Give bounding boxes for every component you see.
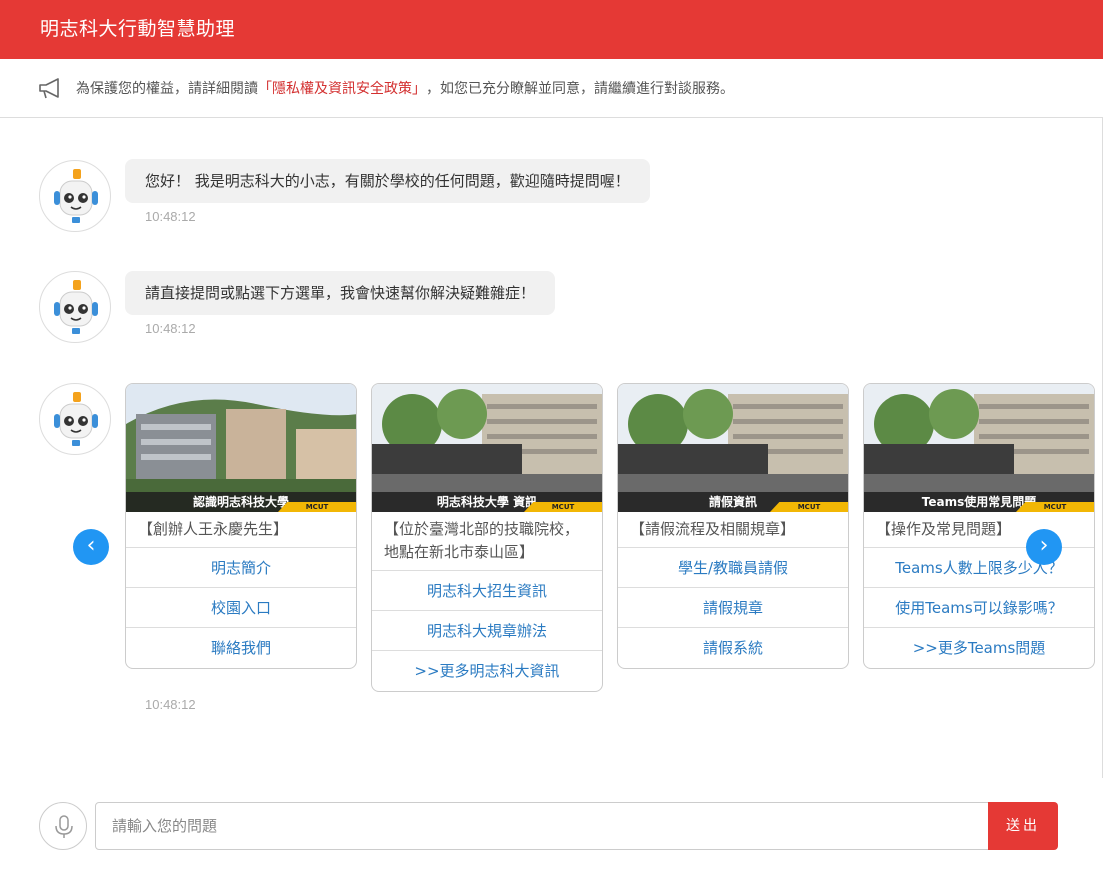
card-subtitle: 【請假流程及相關規章】 <box>618 512 848 548</box>
card-link-teams-more[interactable]: >>更多Teams問題 <box>864 628 1094 668</box>
message-time: 10:48:12 <box>145 209 196 224</box>
chevron-left-icon: ‹ <box>86 533 96 558</box>
card-subtitle: 【位於臺灣北部的技職院校，地點在新北市泰山區】 <box>372 512 602 571</box>
bot-message: 請直接提問或點選下方選單，我會快速幫你解決疑難雜症！ <box>125 271 556 315</box>
bot-avatar <box>39 160 111 232</box>
card-subtitle: 【創辦人王永慶先生】 <box>126 512 356 548</box>
card-title-band: 請假資訊 MCUT <box>618 492 848 512</box>
card-link-campus[interactable]: 校園入口 <box>126 588 356 628</box>
privacy-notice: 為保護您的權益，請詳細閱讀 「隱私權及資訊安全政策」 ，如您已充分瞭解並同意，請… <box>0 59 1103 118</box>
megaphone-icon <box>39 78 59 99</box>
card-title: 認識明志科技大學 <box>192 495 289 509</box>
chat-area[interactable]: 您好！ 我是明志科大的小志，有關於學校的任何問題，歡迎隨時提問喔！ 10:48:… <box>0 118 1103 778</box>
robot-icon <box>54 280 98 334</box>
question-input[interactable] <box>95 802 989 850</box>
card-link-more-info[interactable]: >>更多明志科大資訊 <box>372 651 602 691</box>
voice-input-button[interactable] <box>39 802 87 850</box>
card-title-band: 認識明志科技大學 MCUT <box>126 492 356 512</box>
app-header: 明志科大行動智慧助理 <box>0 0 1103 59</box>
card-title-band: Teams使用常見問題 MCUT <box>864 492 1094 512</box>
bot-message: 您好！ 我是明志科大的小志，有關於學校的任何問題，歡迎隨時提問喔！ <box>125 159 650 203</box>
carousel-prev-button[interactable]: ‹ <box>73 529 109 565</box>
carousel-card[interactable]: 明志科技大學 資訊 MCUT 【位於臺灣北部的技職院校，地點在新北市泰山區】 明… <box>371 383 603 692</box>
robot-icon <box>54 392 98 446</box>
notice-suffix: ，如您已充分瞭解並同意，請繼續進行對談服務。 <box>426 81 734 97</box>
chevron-right-icon: › <box>1039 533 1049 558</box>
card-image: Teams使用常見問題 MCUT <box>864 384 1094 512</box>
mcut-badge: MCUT <box>524 502 602 512</box>
card-link-leave-rules[interactable]: 請假規章 <box>618 588 848 628</box>
robot-icon <box>54 169 98 223</box>
card-link-intro[interactable]: 明志簡介 <box>126 548 356 588</box>
card-link-leave-request[interactable]: 學生/教職員請假 <box>618 548 848 588</box>
card-image: 認識明志科技大學 MCUT <box>126 384 356 512</box>
input-bar: 送出 <box>0 790 1103 877</box>
carousel-card[interactable]: 認識明志科技大學 MCUT 【創辦人王永慶先生】 明志簡介 校園入口 聯絡我們 <box>125 383 357 669</box>
microphone-icon <box>55 815 73 838</box>
card-title: 明志科技大學 資訊 <box>436 495 538 509</box>
card-link-teams-record[interactable]: 使用Teams可以錄影嗎？ <box>864 588 1094 628</box>
bot-avatar <box>39 383 111 455</box>
carousel-card[interactable]: Teams使用常見問題 MCUT 【操作及常見問題】 Teams人數上限多少人？… <box>863 383 1095 669</box>
mcut-badge: MCUT <box>1016 502 1094 512</box>
carousel-card[interactable]: 請假資訊 MCUT 【請假流程及相關規章】 學生/教職員請假 請假規章 請假系統 <box>617 383 849 669</box>
mcut-badge: MCUT <box>278 502 356 512</box>
card-title: Teams使用常見問題 <box>921 495 1037 509</box>
message-time: 10:48:12 <box>145 321 196 336</box>
privacy-policy-link[interactable]: 「隱私權及資訊安全政策」 <box>258 78 426 98</box>
card-title: 請假資訊 <box>708 495 757 509</box>
card-link-regulations[interactable]: 明志科大規章辦法 <box>372 611 602 651</box>
bot-avatar <box>39 271 111 343</box>
card-image: 請假資訊 MCUT <box>618 384 848 512</box>
mcut-badge: MCUT <box>770 502 848 512</box>
card-image: 明志科技大學 資訊 MCUT <box>372 384 602 512</box>
card-link-leave-system[interactable]: 請假系統 <box>618 628 848 668</box>
message-time: 10:48:12 <box>145 697 196 712</box>
app-title: 明志科大行動智慧助理 <box>40 18 236 40</box>
card-link-admission[interactable]: 明志科大招生資訊 <box>372 571 602 611</box>
send-button[interactable]: 送出 <box>988 802 1058 850</box>
card-link-contact[interactable]: 聯絡我們 <box>126 628 356 668</box>
card-title-band: 明志科技大學 資訊 MCUT <box>372 492 602 512</box>
carousel-next-button[interactable]: › <box>1026 529 1062 565</box>
notice-prefix: 為保護您的權益，請詳細閱讀 <box>76 81 258 97</box>
